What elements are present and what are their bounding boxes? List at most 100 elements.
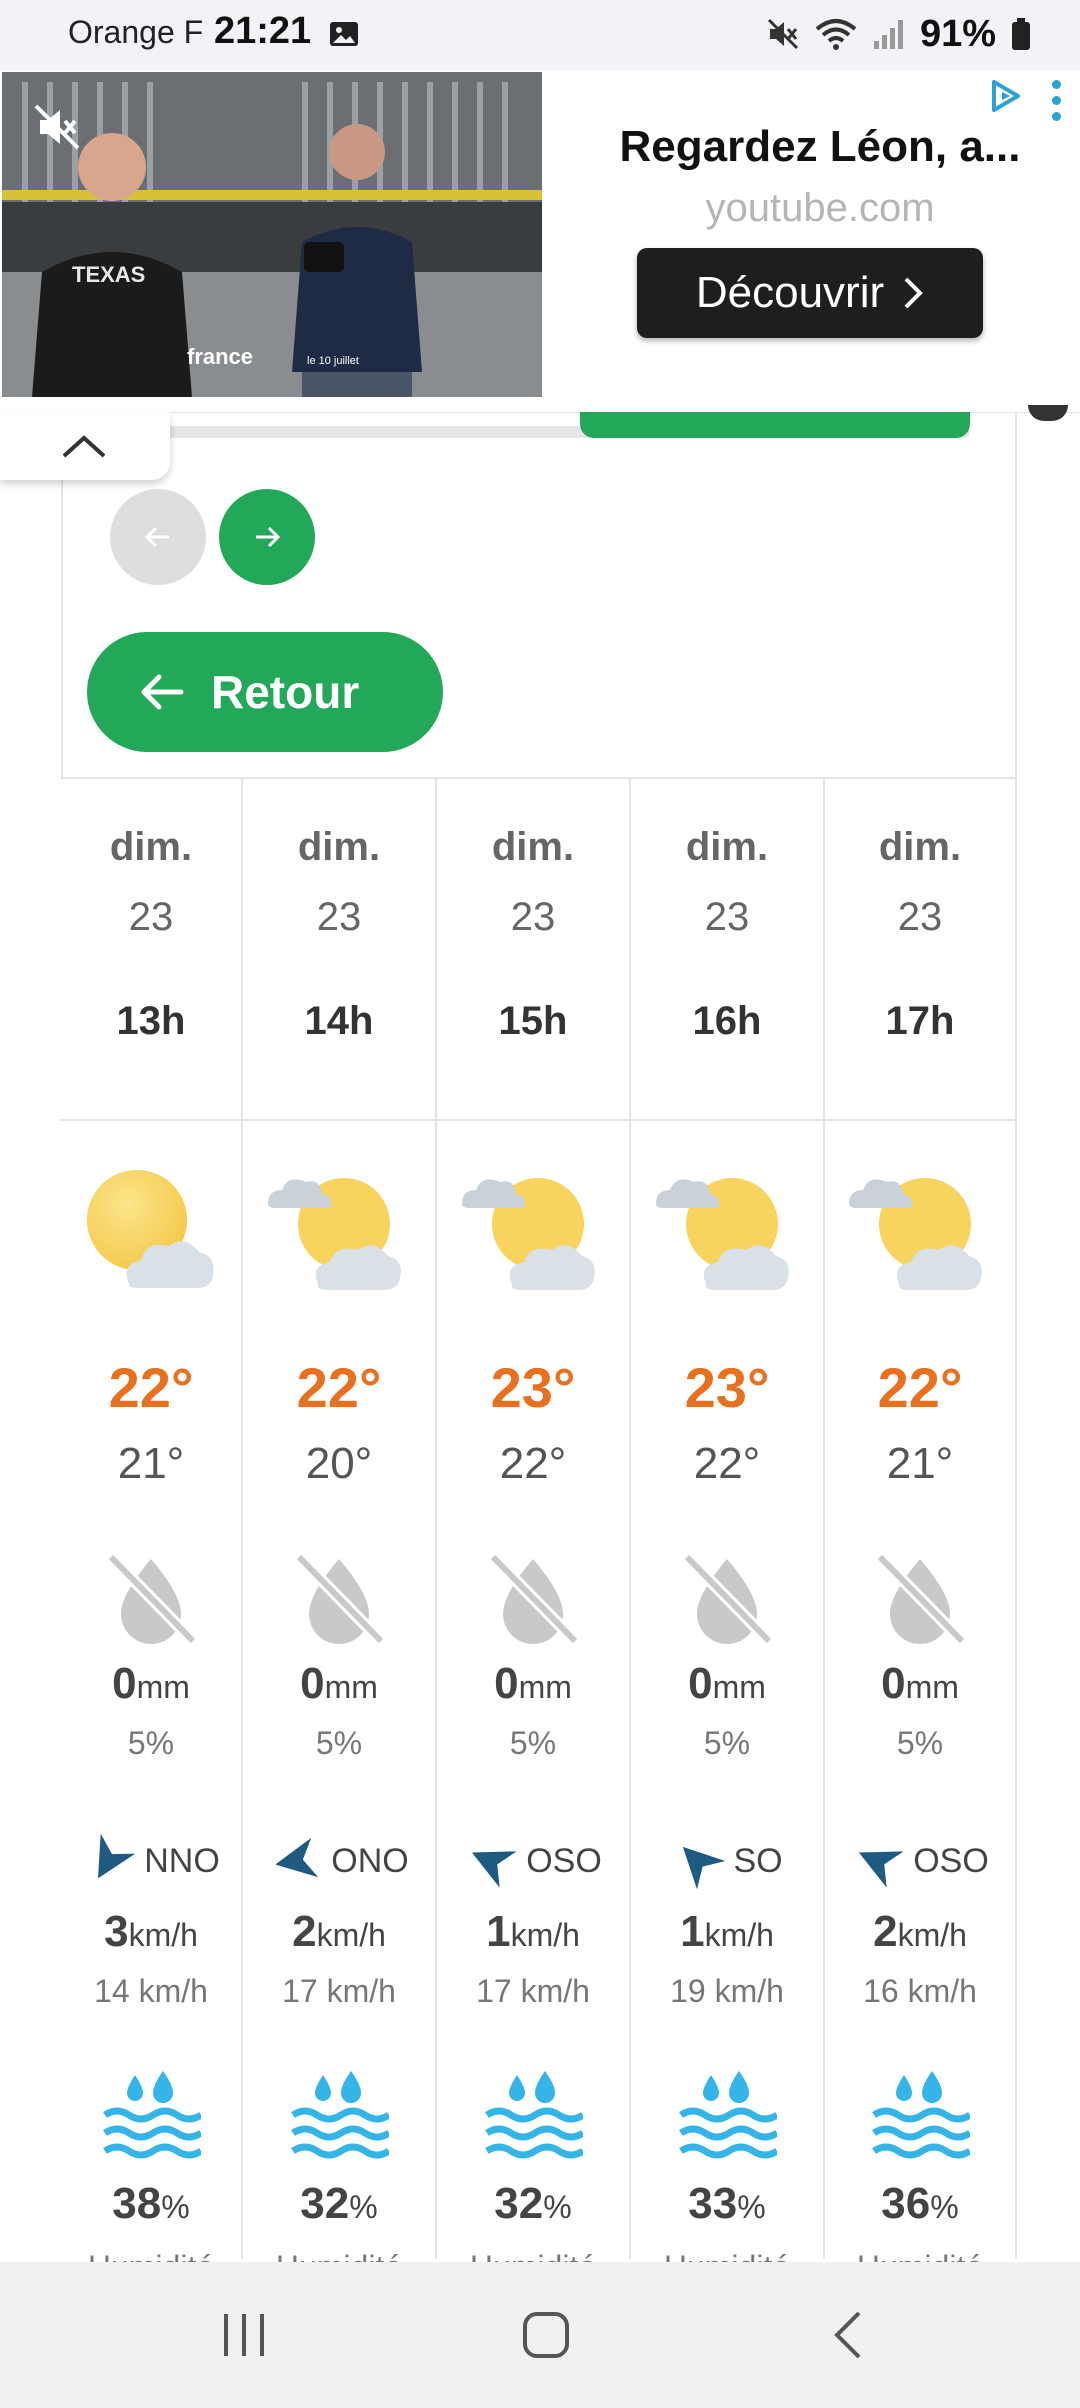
ad-mute-icon[interactable] — [32, 102, 82, 152]
rain-unit: mm — [324, 1669, 378, 1705]
wind-direction-label: SO — [733, 1841, 783, 1880]
humidity-value: 32 — [494, 2179, 544, 2228]
home-button[interactable] — [506, 2300, 586, 2370]
forecast-column[interactable]: dim. 23 15h 23° 22° 0mm 5% OSO 1km/h 17 … — [435, 779, 629, 2285]
wind-direction-arrow-icon — [275, 1837, 319, 1878]
wind-direction: ONO — [243, 1835, 435, 1887]
wind-speed-unit: km/h — [128, 1917, 198, 1953]
rain-amount: 0mm — [631, 1659, 823, 1709]
wind-gust: 14 km/h — [94, 1973, 208, 2009]
temp-max: 22° — [296, 1356, 382, 1419]
ad-video-thumbnail[interactable]: TEXAS france le 10 juillet — [2, 72, 542, 397]
back-button-label: Retour — [211, 666, 360, 718]
wind-direction-label: OSO — [526, 1841, 602, 1880]
rain-probability: 5% — [896, 1725, 944, 1761]
battery-percent: 91% — [919, 12, 996, 55]
table-divider — [61, 1119, 1017, 1121]
wind-speed-unit: km/h — [510, 1917, 580, 1953]
wind-speed: 2km/h — [243, 1907, 435, 1957]
back-button[interactable]: Retour — [87, 632, 443, 752]
wind-speed-unit: km/h — [897, 1917, 967, 1953]
ad-menu-icon[interactable] — [1048, 80, 1064, 128]
date-label: 23 — [510, 895, 556, 939]
day-label: dim. — [491, 825, 575, 869]
rain-value: 0 — [688, 1659, 713, 1708]
forecast-column[interactable]: dim. 23 14h 22° 20° 0mm 5% ONO 2km/h 17 … — [241, 779, 435, 2285]
date-label: 23 — [704, 895, 750, 939]
rain-probability: 5% — [509, 1725, 557, 1761]
wind-direction: NNO — [61, 1833, 241, 1887]
date-label: 23 — [128, 895, 174, 939]
signal-icon — [873, 20, 903, 49]
rain-value: 0 — [112, 1659, 137, 1708]
temp-min: 22° — [499, 1439, 567, 1488]
wind-direction-arrow-icon — [683, 1846, 726, 1890]
recents-icon — [224, 2314, 264, 2356]
rain-amount: 0mm — [61, 1659, 241, 1709]
humidity-waves-icon — [243, 2069, 435, 2165]
wind-speed: 1km/h — [437, 1907, 629, 1957]
ad-domain: youtube.com — [705, 186, 935, 230]
video-scene: TEXAS france le 10 juillet — [2, 72, 542, 397]
forecast-column[interactable]: dim. 23 13h 22° 21° 0mm 5% NNO 3km/h 14 … — [61, 779, 241, 2285]
rain-unit: mm — [712, 1669, 766, 1705]
humidity-unit: % — [349, 2189, 378, 2225]
ad-video-date: le 10 juillet — [307, 355, 359, 367]
ad-cta-label: Découvrir — [695, 268, 885, 317]
humidity-value: 32 — [300, 2179, 350, 2228]
humidity-value: 36 — [881, 2179, 931, 2228]
ad-cta-button[interactable]: Découvrir — [637, 248, 983, 338]
no-rain-drop-icon — [437, 1549, 629, 1649]
humidity-waves-icon — [61, 2069, 241, 2165]
adchoices-icon[interactable] — [988, 78, 1024, 114]
rain-probability: 5% — [703, 1725, 751, 1761]
humidity-value: 38 — [112, 2179, 162, 2228]
next-button[interactable] — [219, 489, 315, 585]
wind-speed-value: 1 — [680, 1907, 705, 1956]
day-label: dim. — [878, 825, 962, 869]
wind-gust: 17 km/h — [476, 1973, 590, 2009]
no-rain-drop-icon — [631, 1549, 823, 1649]
humidity-value: 33 — [688, 2179, 738, 2228]
floating-button-partial[interactable] — [1028, 405, 1068, 421]
rain-unit: mm — [136, 1669, 190, 1705]
temp-max: 22° — [108, 1356, 194, 1419]
wind-gust: 16 km/h — [863, 1973, 977, 2009]
humidity-waves-icon — [631, 2069, 823, 2165]
system-nav-bar — [0, 2262, 1080, 2408]
collapse-ad-button[interactable] — [0, 412, 170, 480]
ad-video-channel: france — [187, 344, 253, 369]
recents-button[interactable] — [204, 2300, 284, 2370]
partly-cloudy-icon — [825, 1164, 1015, 1314]
temp-max: 23° — [490, 1356, 576, 1419]
temp-min: 20° — [305, 1439, 373, 1488]
rain-amount: 0mm — [243, 1659, 435, 1709]
ad-banner[interactable]: TEXAS france le 10 juillet Regardez Léon… — [0, 70, 1080, 413]
hour-label: 14h — [304, 999, 374, 1043]
previous-button[interactable] — [110, 489, 206, 585]
status-bar: Orange F 21:21 91% — [0, 0, 1080, 70]
rain-value: 0 — [300, 1659, 325, 1708]
forecast-column[interactable]: dim. 23 17h 22° 21° 0mm 5% OSO 2km/h 16 … — [823, 779, 1017, 2285]
back-nav-button[interactable] — [808, 2300, 888, 2370]
wind-direction-arrow-icon — [472, 1851, 517, 1888]
wind-speed-value: 2 — [873, 1907, 898, 1956]
wind-speed: 1km/h — [631, 1907, 823, 1957]
humidity: 33% — [631, 2179, 823, 2229]
date-label: 23 — [316, 895, 362, 939]
wind-direction-arrow-icon — [98, 1833, 136, 1879]
wifi-icon — [815, 19, 857, 50]
temp-min: 22° — [693, 1439, 761, 1488]
humidity-waves-icon — [437, 2069, 629, 2165]
humidity-unit: % — [543, 2189, 572, 2225]
humidity: 32% — [437, 2179, 629, 2229]
clock: 21:21 — [214, 10, 312, 52]
day-label: dim. — [297, 825, 381, 869]
battery-icon — [1012, 18, 1030, 50]
no-rain-drop-icon — [243, 1549, 435, 1649]
ad-title[interactable]: Regardez Léon, a... — [600, 122, 1040, 172]
wind-speed: 2km/h — [825, 1907, 1015, 1957]
gallery-notification-icon — [330, 22, 358, 46]
forecast-column[interactable]: dim. 23 16h 23° 22° 0mm 5% SO 1km/h 19 k… — [629, 779, 823, 2285]
rain-value: 0 — [881, 1659, 906, 1708]
